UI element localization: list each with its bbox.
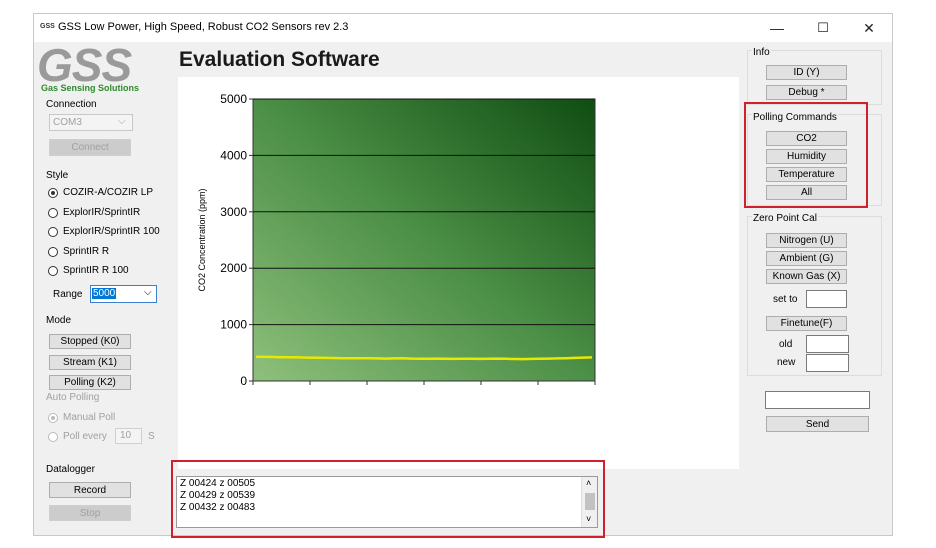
port-value: COM3 [53, 117, 82, 128]
title-logo: GSS [40, 23, 55, 30]
style-option-label: COZIR-A/COZIR LP [63, 187, 154, 198]
y-tick-label: 5000 [220, 92, 247, 106]
y-tick-label: 1000 [220, 318, 247, 332]
co2-chart: 0 1000 2000 3000 4000 5000 CO2 Concentration (… [197, 92, 596, 388]
new-value-input[interactable] [806, 354, 849, 372]
style-radio[interactable] [48, 227, 58, 237]
plot-area [252, 98, 596, 382]
y-tick-label: 2000 [220, 261, 247, 275]
old-label: old [779, 339, 793, 350]
range-value: 5000 [92, 288, 117, 299]
command-input[interactable] [765, 391, 870, 409]
old-value-input[interactable] [806, 335, 849, 353]
record-button[interactable]: Record [49, 482, 131, 498]
poll-unit-label: S [148, 431, 155, 442]
manual-poll-label: Manual Poll [63, 412, 116, 423]
minimize-button[interactable]: — [754, 14, 800, 42]
new-label: new [777, 357, 796, 368]
style-radio[interactable] [48, 207, 58, 218]
mode-label: Mode [46, 315, 72, 326]
maximize-button[interactable]: ☐ [800, 14, 846, 42]
stream-button[interactable]: Stream (K1) [49, 355, 131, 370]
auto-polling-label: Auto Polling [46, 392, 100, 403]
logo-tagline: Gas Sensing Solutions [41, 83, 140, 93]
range-select[interactable]: 5000 ⌵ [90, 285, 157, 303]
window-title: GSS Low Power, High Speed, Robust CO2 Se… [58, 21, 349, 33]
chevron-down-icon: ⌵ [118, 116, 126, 127]
port-select[interactable]: COM3 ⌵ [49, 114, 133, 131]
set-to-input[interactable] [806, 290, 847, 308]
close-button[interactable]: ✕ [846, 14, 892, 42]
stop-button[interactable]: Stop [49, 505, 131, 521]
debug-button[interactable]: Debug * [766, 85, 847, 100]
y-tick-label: 0 [240, 374, 247, 388]
poll-interval-input[interactable]: 10 [115, 428, 142, 444]
style-radio[interactable] [48, 188, 58, 198]
style-label: Style [46, 170, 69, 181]
send-button[interactable]: Send [766, 416, 869, 432]
finetune-button[interactable]: Finetune(F) [766, 316, 847, 331]
connection-label: Connection [46, 99, 97, 110]
set-to-label: set to [773, 294, 798, 305]
chevron-down-icon: ⌵ [144, 287, 152, 298]
y-tick-label: 3000 [220, 205, 247, 219]
id-button[interactable]: ID (Y) [766, 65, 847, 80]
poll-every-radio[interactable] [48, 432, 58, 442]
poll-interval-value: 10 [120, 430, 132, 441]
style-option-label: ExplorIR/SprintIR [63, 206, 141, 218]
style-option-label: SprintIR R [63, 245, 110, 257]
y-axis-label: CO2 Concentration (ppm) [197, 188, 207, 291]
ambient-button[interactable]: Ambient (G) [766, 251, 847, 266]
polling-commands-highlight [744, 102, 868, 208]
manual-poll-radio[interactable] [48, 413, 58, 423]
style-option-label: ExplorIR/SprintIR 100 [63, 226, 160, 237]
known-gas-button[interactable]: Known Gas (X) [766, 269, 847, 284]
y-tick-label: 4000 [220, 148, 247, 162]
range-label: Range [53, 289, 83, 300]
title-bar: GSS GSS Low Power, High Speed, Robust CO… [34, 14, 892, 42]
style-radio[interactable] [48, 246, 58, 257]
style-radio[interactable] [48, 266, 58, 276]
stopped-button[interactable]: Stopped (K0) [49, 334, 131, 349]
nitrogen-button[interactable]: Nitrogen (U) [766, 233, 847, 248]
datalogger-label: Datalogger [46, 464, 95, 475]
gss-logo: GSS [37, 39, 132, 91]
info-label: Info [752, 47, 771, 58]
zero-point-label: Zero Point Cal [752, 213, 818, 224]
polling-button[interactable]: Polling (K2) [49, 375, 131, 390]
connect-button[interactable]: Connect [49, 139, 131, 156]
poll-every-label: Poll every [63, 431, 107, 442]
log-highlight [171, 460, 605, 538]
page-title: Evaluation Software [179, 48, 380, 71]
style-option-label: SprintIR R 100 [63, 265, 129, 276]
